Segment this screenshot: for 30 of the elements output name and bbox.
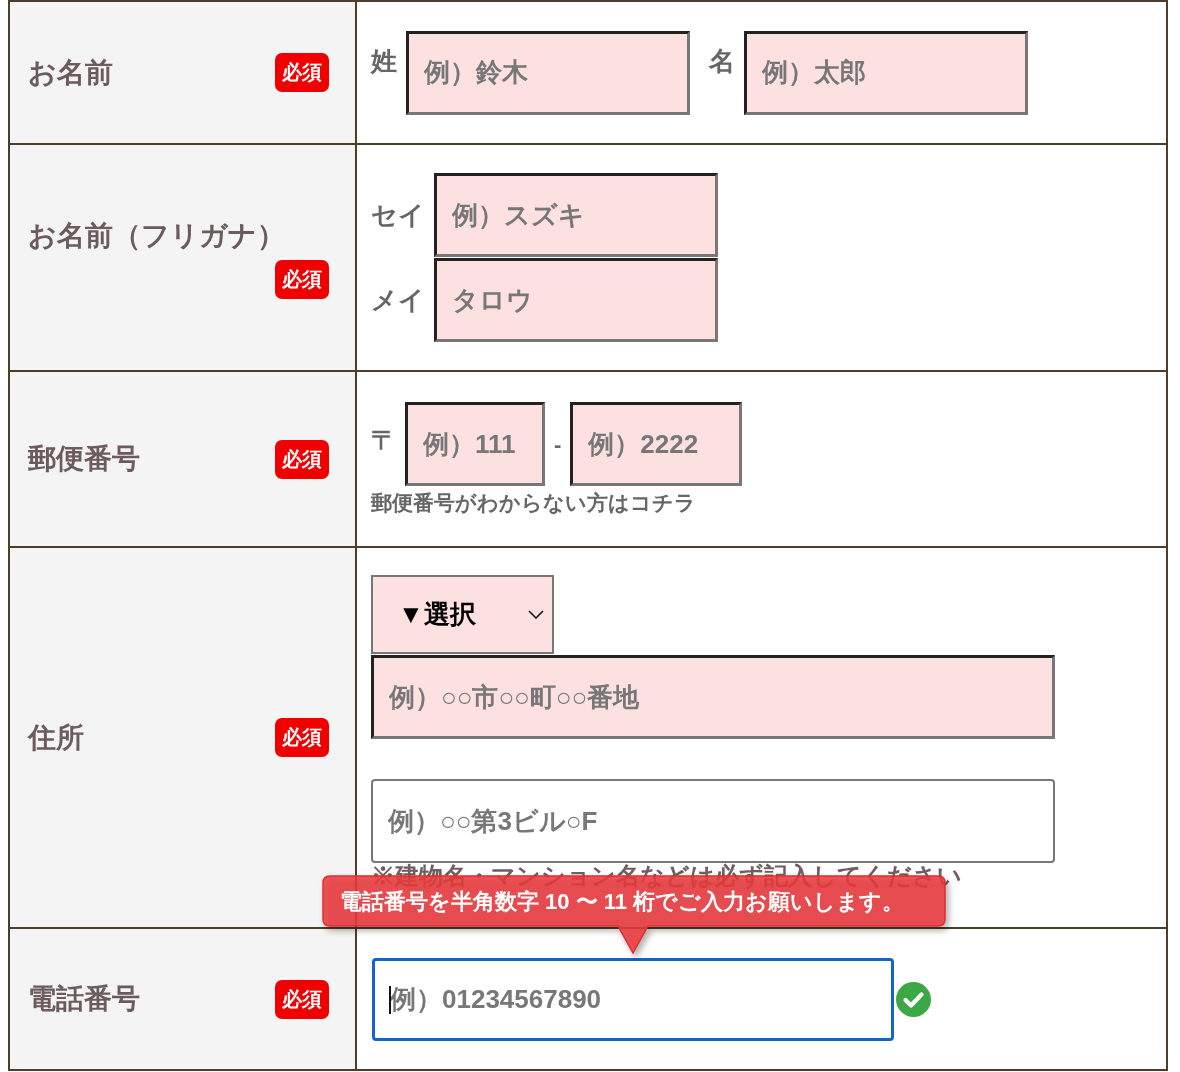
select-dropdown[interactable]: ▼選択: [371, 575, 554, 654]
field-label: 郵便番号: [28, 442, 140, 476]
field-label: 住所: [28, 720, 84, 755]
field-label: お名前: [28, 55, 113, 90]
field-prefix-label: メイ: [371, 284, 425, 316]
field-prefix-label: 名: [709, 44, 735, 77]
text-input-field[interactable]: 例）111: [405, 402, 545, 486]
separator-label: -: [554, 430, 562, 459]
postal-lookup-link[interactable]: 郵便番号がわからない方はコチラ: [371, 490, 696, 516]
text-input-field[interactable]: 例）太郎: [744, 30, 1028, 115]
text-input-field[interactable]: 例）01234567890: [372, 957, 894, 1041]
text-cursor-icon: [389, 985, 391, 1014]
required-badge: 必須: [275, 260, 329, 299]
field-label: お名前（フリガナ）: [28, 219, 285, 253]
text-input-field[interactable]: 例）2222: [570, 402, 743, 486]
required-badge: 必須: [275, 53, 329, 92]
required-badge: 必須: [275, 979, 329, 1019]
text-input-field[interactable]: 例）スズキ: [434, 173, 718, 257]
required-badge: 必須: [275, 439, 329, 479]
field-label: 電話番号: [28, 982, 140, 1016]
error-tooltip-text: 電話番号を半角数字 10 〜 11 桁でご入力お願いします。: [340, 889, 905, 914]
text-input-field[interactable]: 例）○○市○○町○○番地: [371, 655, 1055, 739]
text-input-field[interactable]: タロウ: [434, 258, 718, 342]
required-badge: 必須: [275, 718, 329, 757]
postal-mark-label: 〒: [371, 424, 397, 456]
chevron-down-icon: [528, 610, 544, 619]
field-prefix-label: セイ: [371, 199, 425, 231]
field-prefix-label: 姓: [371, 44, 397, 77]
text-input-field[interactable]: 例）○○第3ビル○F: [371, 779, 1055, 863]
text-input-field[interactable]: 例）鈴木: [406, 30, 690, 115]
